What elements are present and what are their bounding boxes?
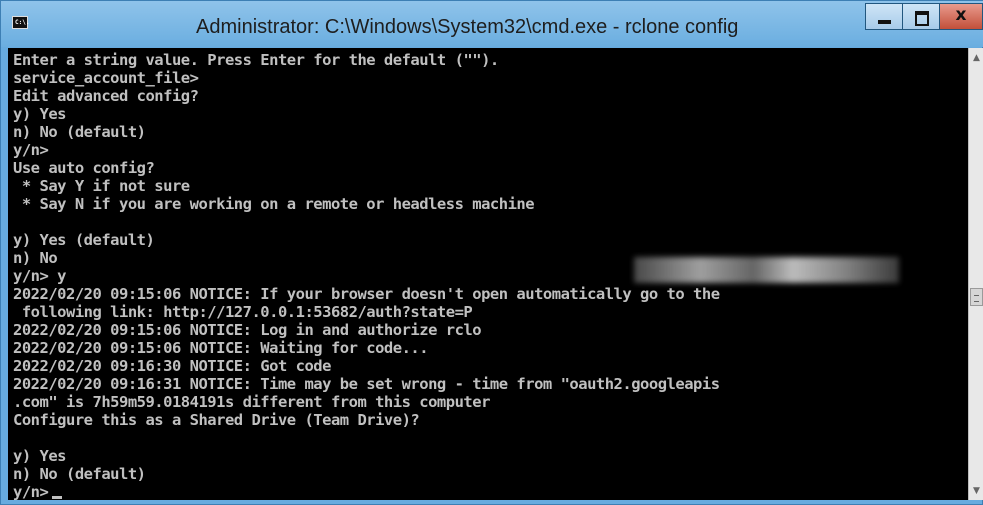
console-line: n) No (default)	[13, 465, 146, 483]
minimize-icon	[878, 20, 891, 24]
console-line: 2022/02/20 09:16:30 NOTICE: Got code	[13, 357, 331, 375]
cmd-window: C:\. Administrator: C:\Windows\System32\…	[0, 0, 983, 505]
prompt-line[interactable]: y/n>	[13, 483, 63, 500]
minimize-button[interactable]	[865, 3, 903, 30]
close-icon: x	[955, 5, 967, 25]
console-line: 2022/02/20 09:16:31 NOTICE: Time may be …	[13, 375, 720, 393]
console-line: .com" is 7h59m59.0184191s different from…	[13, 393, 490, 411]
maximize-icon	[915, 11, 929, 26]
window-title: Administrator: C:\Windows\System32\cmd.e…	[196, 16, 739, 38]
grip-icon	[974, 295, 979, 302]
console-line: * Say Y if not sure	[13, 177, 190, 195]
console-line: y) Yes	[13, 447, 67, 465]
scroll-up-icon[interactable]: ▲	[973, 53, 980, 63]
console-line: y) Yes (default)	[13, 231, 155, 249]
console-line: 2022/02/20 09:15:06 NOTICE: Log in and a…	[13, 321, 482, 339]
redacted-region	[634, 257, 899, 283]
console-line: y/n>	[13, 141, 49, 159]
console-line: Configure this as a Shared Drive (Team D…	[13, 411, 420, 429]
console-line: Edit advanced config?	[13, 87, 199, 105]
console-line: 2022/02/20 09:15:06 NOTICE: If your brow…	[13, 285, 720, 303]
console-line: 2022/02/20 09:15:06 NOTICE: Waiting for …	[13, 339, 429, 357]
console-line: * Say N if you are working on a remote o…	[13, 195, 535, 213]
console-line: n) No	[13, 249, 58, 267]
title-bar[interactable]: C:\. Administrator: C:\Windows\System32\…	[1, 1, 983, 47]
text-cursor	[52, 496, 63, 499]
console-line: y/n> y	[13, 267, 67, 285]
scroll-thumb[interactable]	[970, 288, 983, 306]
console-line: y) Yes	[13, 105, 67, 123]
close-button[interactable]: x	[939, 3, 983, 30]
vertical-scrollbar[interactable]: ▲ ▼	[968, 48, 983, 500]
maximize-button[interactable]	[902, 3, 940, 30]
console-line: service_account_file>	[13, 69, 199, 87]
console-line: Use auto config?	[13, 159, 155, 177]
console-line: following link: http://127.0.0.1:53682/a…	[13, 303, 473, 321]
console-line: Enter a string value. Press Enter for th…	[13, 51, 499, 69]
prompt-text: y/n>	[13, 483, 49, 500]
scroll-down-icon[interactable]: ▼	[973, 486, 980, 496]
console-line: n) No (default)	[13, 123, 146, 141]
cmd-icon[interactable]: C:\.	[12, 16, 30, 29]
cmd-icon-text: C:\.	[15, 19, 30, 26]
